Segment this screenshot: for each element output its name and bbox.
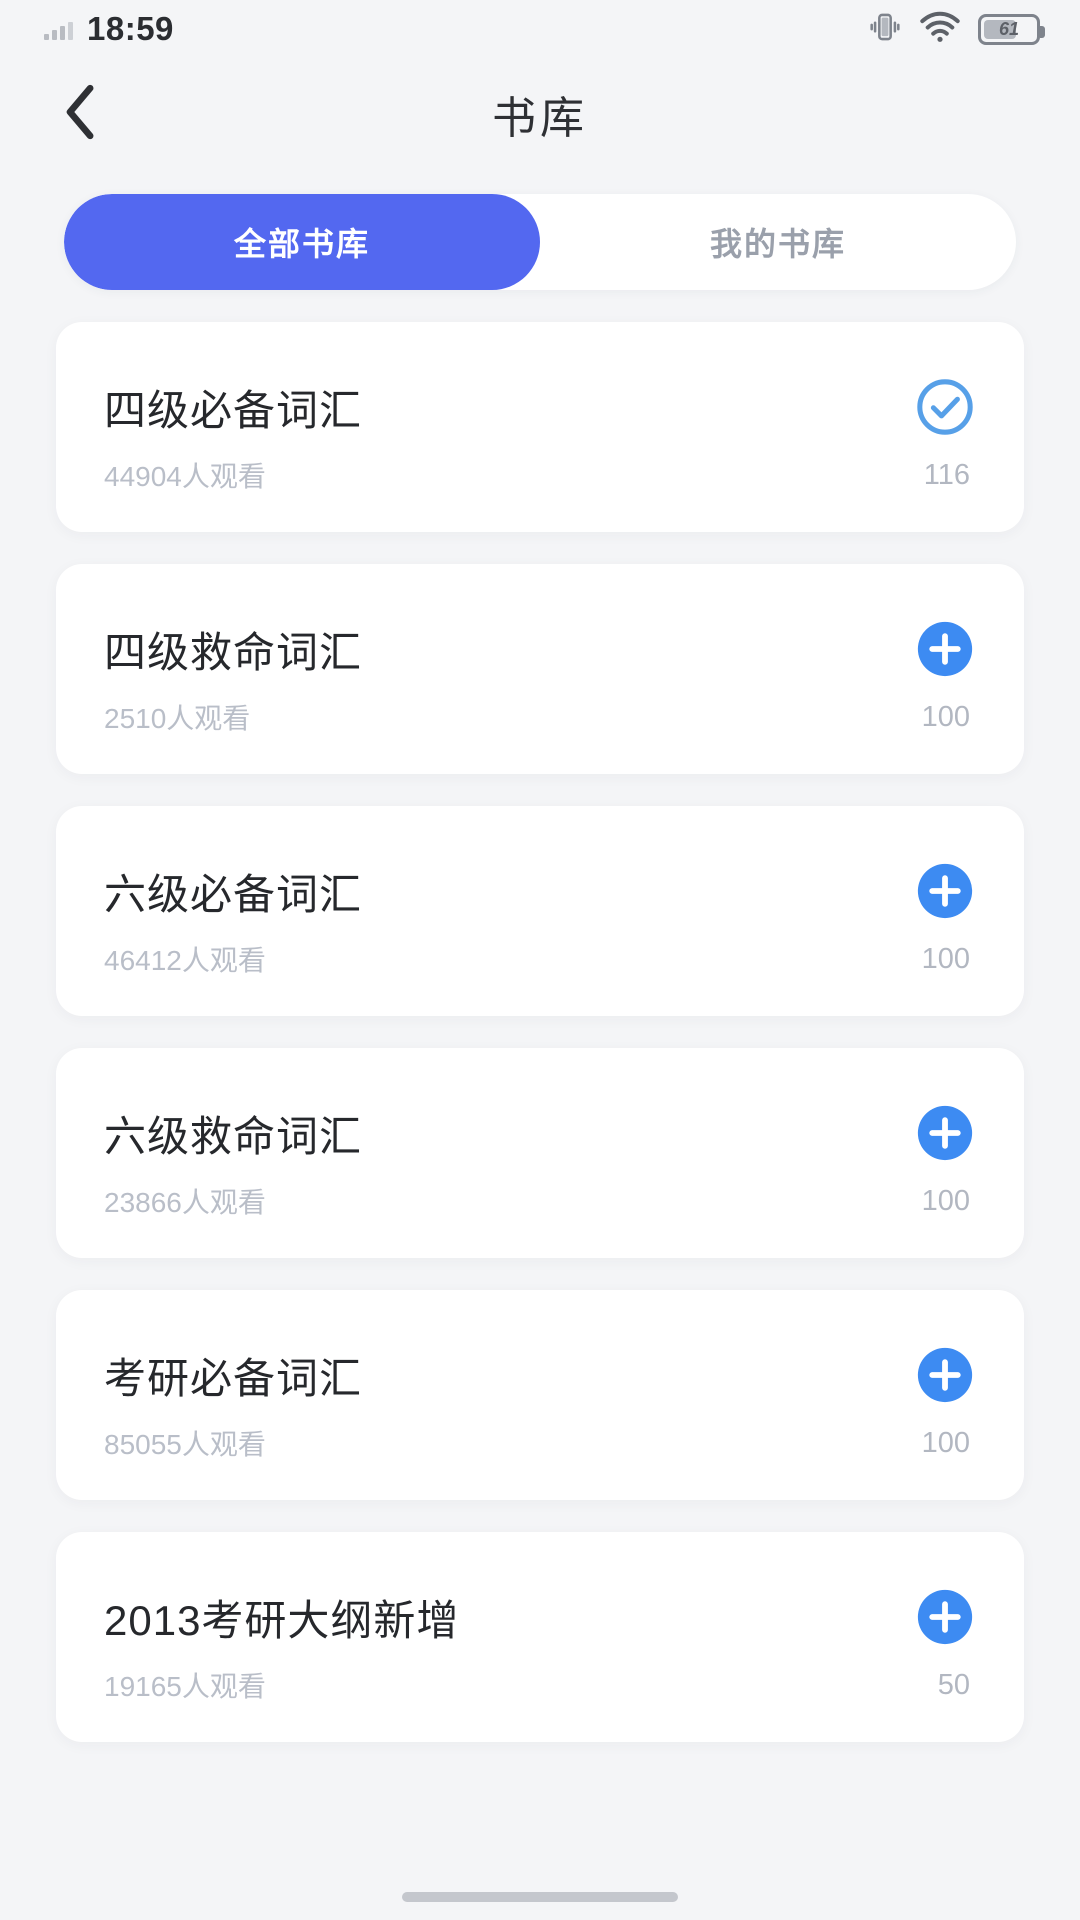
book-count: 116 (923, 458, 970, 491)
battery-icon: 61 (978, 13, 1045, 45)
battery-level: 61 (998, 18, 1020, 39)
book-card-bottom: 2510人观看 100 (104, 697, 976, 737)
tab-all-library[interactable]: 全部书库 (64, 194, 540, 290)
book-count: 100 (921, 1184, 970, 1217)
book-count: 100 (921, 1426, 970, 1459)
book-views: 2510人观看 (104, 703, 251, 734)
list-fade-overlay (0, 1860, 1080, 1920)
book-title: 四级必备词汇 (104, 386, 363, 434)
status-bar-left: 18:59 (44, 10, 174, 48)
back-button[interactable] (46, 79, 116, 149)
book-count: 100 (921, 942, 970, 975)
book-views: 23866人观看 (104, 1187, 266, 1218)
book-card-top: 四级必备词汇 (104, 359, 976, 455)
book-card[interactable]: 四级救命词汇 2510人观看 100 (56, 564, 1024, 774)
book-count: 100 (921, 700, 970, 733)
book-card-bottom: 23866人观看 100 (104, 1181, 976, 1221)
nav-bar: 书库 (0, 58, 1080, 170)
tabs-container: 全部书库 我的书库 (0, 170, 1080, 290)
book-views: 85055人观看 (104, 1429, 266, 1460)
book-title: 六级救命词汇 (104, 1112, 363, 1160)
add-circle-icon[interactable] (914, 1344, 976, 1406)
book-card[interactable]: 四级必备词汇 44904人观看 116 (56, 322, 1024, 532)
book-card[interactable]: 六级必备词汇 46412人观看 100 (56, 806, 1024, 1016)
add-circle-icon[interactable] (914, 618, 976, 680)
wifi-icon (920, 10, 960, 49)
vibrate-icon (868, 10, 902, 49)
book-card-top: 2013考研大纲新增 (104, 1569, 976, 1665)
book-views: 46412人观看 (104, 945, 266, 976)
status-bar: 18:59 61 (0, 0, 1080, 58)
segmented-tabs: 全部书库 我的书库 (64, 194, 1016, 290)
back-chevron-icon (59, 82, 103, 147)
add-circle-icon[interactable] (914, 1586, 976, 1648)
book-count: 50 (937, 1668, 970, 1701)
book-card-bottom: 46412人观看 100 (104, 939, 976, 979)
status-bar-right: 61 (868, 10, 1045, 49)
book-views: 44904人观看 (104, 461, 266, 492)
signal-bars-icon (44, 18, 73, 40)
book-card-top: 考研必备词汇 (104, 1327, 976, 1423)
book-card[interactable]: 2013考研大纲新增 19165人观看 50 (56, 1532, 1024, 1742)
book-card-top: 六级救命词汇 (104, 1085, 976, 1181)
add-circle-icon[interactable] (914, 860, 976, 922)
book-title: 2013考研大纲新增 (104, 1596, 460, 1644)
book-card[interactable]: 考研必备词汇 85055人观看 100 (56, 1290, 1024, 1500)
book-views: 19165人观看 (104, 1671, 266, 1702)
status-bar-clock: 18:59 (87, 10, 174, 47)
add-circle-icon[interactable] (914, 1102, 976, 1164)
book-title: 四级救命词汇 (104, 628, 363, 676)
page-title: 书库 (492, 94, 588, 143)
book-card-bottom: 19165人观看 50 (104, 1665, 976, 1705)
book-card-top: 四级救命词汇 (104, 601, 976, 697)
book-card-bottom: 44904人观看 116 (104, 455, 976, 495)
home-indicator (402, 1892, 678, 1902)
book-card-top: 六级必备词汇 (104, 843, 976, 939)
book-card-bottom: 85055人观看 100 (104, 1423, 976, 1463)
book-list: 四级必备词汇 44904人观看 116 四级救命词汇 2510人观看 100 六… (0, 290, 1080, 1742)
check-circle-icon[interactable] (914, 376, 976, 438)
tab-my-library[interactable]: 我的书库 (540, 194, 1016, 290)
book-title: 六级必备词汇 (104, 870, 363, 918)
book-title: 考研必备词汇 (104, 1354, 363, 1402)
book-card[interactable]: 六级救命词汇 23866人观看 100 (56, 1048, 1024, 1258)
